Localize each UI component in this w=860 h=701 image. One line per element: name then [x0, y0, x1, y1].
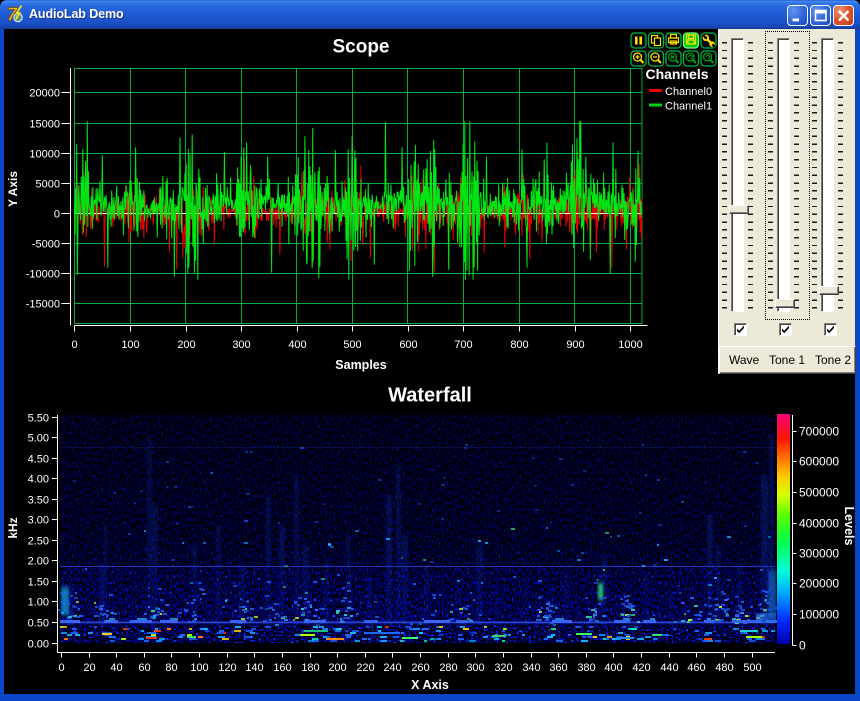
svg-text:400000: 400000: [799, 517, 839, 531]
svg-text:500: 500: [343, 339, 361, 351]
svg-text:2.50: 2.50: [28, 536, 49, 548]
svg-text:1.00: 1.00: [28, 597, 49, 609]
svg-text:900: 900: [566, 339, 584, 351]
svg-text:40: 40: [110, 662, 122, 674]
svg-text:200: 200: [328, 662, 346, 674]
svg-text:260: 260: [411, 662, 429, 674]
svg-text:0: 0: [58, 662, 64, 674]
svg-text:Waterfall: Waterfall: [388, 385, 472, 407]
svg-text:220: 220: [356, 662, 374, 674]
svg-text:80: 80: [165, 662, 177, 674]
svg-text:300: 300: [466, 662, 484, 674]
svg-text:-5000: -5000: [32, 239, 60, 251]
svg-text:Scope: Scope: [332, 37, 389, 58]
svg-text:15000: 15000: [29, 119, 60, 131]
svg-text:Samples: Samples: [335, 358, 386, 372]
svg-text:600000: 600000: [799, 455, 839, 469]
svg-text:700000: 700000: [799, 425, 839, 439]
svg-text:500: 500: [743, 662, 761, 674]
svg-text:5.00: 5.00: [28, 433, 49, 445]
svg-text:5.50: 5.50: [28, 413, 49, 425]
svg-text:0.50: 0.50: [28, 618, 49, 630]
svg-text:200000: 200000: [799, 577, 839, 591]
svg-text:60: 60: [138, 662, 150, 674]
svg-text:800: 800: [510, 339, 528, 351]
svg-text:600: 600: [399, 339, 417, 351]
svg-text:300000: 300000: [799, 547, 839, 561]
svg-text:Channels: Channels: [645, 66, 708, 82]
svg-text:Y Axis: Y Axis: [6, 171, 20, 207]
svg-text:10000: 10000: [29, 149, 60, 161]
svg-text:120: 120: [218, 662, 236, 674]
svg-text:3.50: 3.50: [28, 495, 49, 507]
svg-text:20000: 20000: [29, 88, 60, 100]
svg-text:340: 340: [522, 662, 540, 674]
svg-text:100: 100: [121, 339, 139, 351]
svg-text:140: 140: [245, 662, 263, 674]
svg-text:0: 0: [54, 209, 60, 221]
svg-text:380: 380: [577, 662, 595, 674]
svg-text:360: 360: [549, 662, 567, 674]
svg-text:320: 320: [494, 662, 512, 674]
svg-text:4.00: 4.00: [28, 474, 49, 486]
svg-text:200: 200: [177, 339, 195, 351]
svg-text:100000: 100000: [799, 608, 839, 622]
svg-text:440: 440: [660, 662, 678, 674]
svg-text:kHz: kHz: [6, 517, 20, 538]
svg-text:-15000: -15000: [26, 299, 60, 311]
svg-text:160: 160: [273, 662, 291, 674]
svg-text:460: 460: [687, 662, 705, 674]
svg-text:Channel1: Channel1: [665, 101, 712, 113]
svg-text:400: 400: [604, 662, 622, 674]
svg-text:400: 400: [288, 339, 306, 351]
svg-text:500000: 500000: [799, 486, 839, 500]
svg-text:0: 0: [71, 339, 77, 351]
svg-text:3.00: 3.00: [28, 515, 49, 527]
svg-text:5000: 5000: [36, 179, 60, 191]
svg-text:300: 300: [232, 339, 250, 351]
svg-text:0.00: 0.00: [28, 639, 49, 651]
svg-text:20: 20: [83, 662, 95, 674]
svg-text:Channel0: Channel0: [665, 86, 712, 98]
svg-text:1.50: 1.50: [28, 577, 49, 589]
svg-text:240: 240: [383, 662, 401, 674]
svg-text:0: 0: [799, 639, 806, 653]
svg-text:280: 280: [439, 662, 457, 674]
svg-text:2.00: 2.00: [28, 556, 49, 568]
svg-text:480: 480: [715, 662, 733, 674]
svg-text:X Axis: X Axis: [411, 678, 449, 692]
svg-text:-10000: -10000: [26, 269, 60, 281]
svg-text:180: 180: [301, 662, 319, 674]
svg-text:1000: 1000: [618, 339, 642, 351]
svg-text:100: 100: [190, 662, 208, 674]
svg-text:Levels: Levels: [842, 507, 855, 546]
svg-text:700: 700: [454, 339, 472, 351]
svg-text:420: 420: [632, 662, 650, 674]
svg-text:4.50: 4.50: [28, 454, 49, 466]
